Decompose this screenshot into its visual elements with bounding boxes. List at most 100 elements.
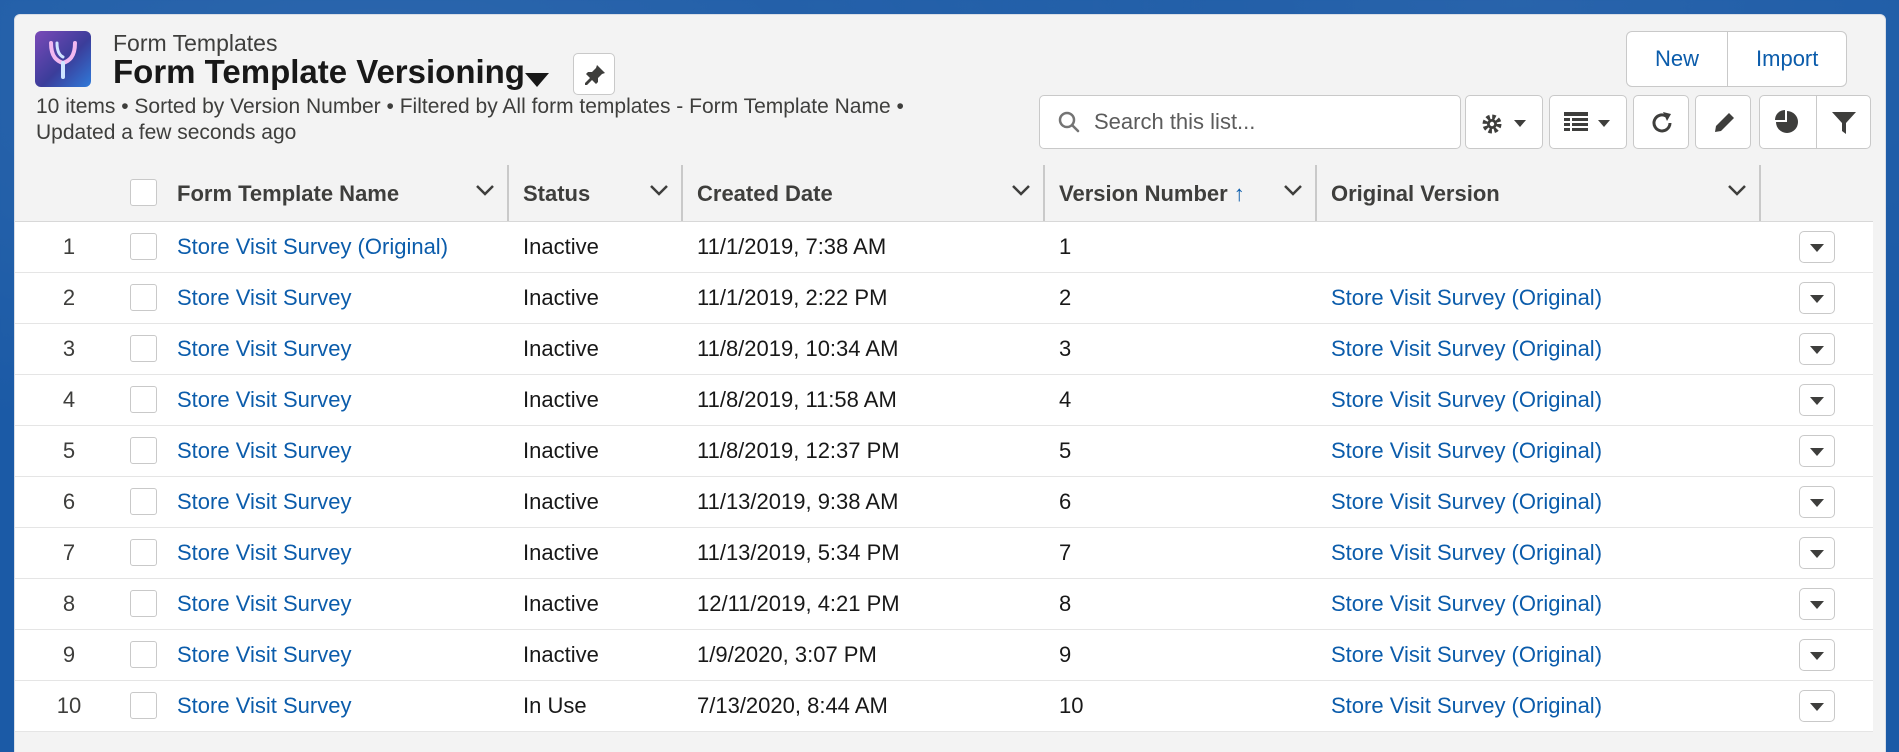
table-row: 3 Store Visit Survey Inactive 11/8/2019, 10… bbox=[15, 323, 1873, 375]
new-button[interactable]: New bbox=[1627, 32, 1727, 86]
column-header-status[interactable]: Status bbox=[509, 165, 683, 222]
row-actions-cell bbox=[1761, 221, 1873, 273]
template-name-link[interactable]: Store Visit Survey bbox=[177, 540, 351, 565]
row-actions-menu-button[interactable] bbox=[1799, 587, 1835, 620]
version-number-cell: 1 bbox=[1045, 221, 1317, 273]
row-actions-menu-button[interactable] bbox=[1799, 638, 1835, 671]
original-version-link[interactable]: Store Visit Survey (Original) bbox=[1331, 285, 1602, 310]
row-actions-menu-button[interactable] bbox=[1799, 332, 1835, 365]
table-row: 10 Store Visit Survey In Use 7/13/2020, 8:4… bbox=[15, 680, 1873, 732]
row-number: 5 bbox=[15, 425, 123, 477]
chevron-down-icon[interactable] bbox=[1727, 183, 1747, 197]
refresh-icon bbox=[1652, 112, 1672, 133]
original-version-cell: Store Visit Survey (Original) bbox=[1317, 476, 1761, 528]
list-view-table: Form Template Name Status Created Date V… bbox=[15, 165, 1873, 732]
charts-button[interactable] bbox=[1760, 96, 1815, 148]
row-select-checkbox[interactable] bbox=[129, 641, 157, 668]
column-header-created-date[interactable]: Created Date bbox=[683, 165, 1045, 222]
row-select-checkbox[interactable] bbox=[129, 488, 157, 515]
original-version-link[interactable]: Store Visit Survey (Original) bbox=[1331, 489, 1602, 514]
column-label: Form Template Name bbox=[177, 181, 400, 206]
template-name-link[interactable]: Store Visit Survey bbox=[177, 438, 351, 463]
created-date-cell: 11/8/2019, 11:58 AM bbox=[683, 374, 1045, 426]
pin-icon bbox=[585, 65, 605, 85]
row-select-checkbox[interactable] bbox=[129, 335, 157, 362]
pin-list-view-button[interactable] bbox=[573, 53, 615, 95]
original-version-link[interactable]: Store Visit Survey (Original) bbox=[1331, 693, 1602, 718]
chevron-down-icon[interactable] bbox=[1283, 183, 1303, 197]
import-button[interactable]: Import bbox=[1727, 32, 1846, 86]
row-actions-menu-button[interactable] bbox=[1799, 230, 1835, 263]
table-row: 9 Store Visit Survey Inactive 1/9/2020, 3:0… bbox=[15, 629, 1873, 681]
select-all-checkbox[interactable] bbox=[129, 179, 157, 207]
list-settings-button[interactable] bbox=[1465, 95, 1543, 149]
original-version-link[interactable]: Store Visit Survey (Original) bbox=[1331, 642, 1602, 667]
refresh-button[interactable] bbox=[1633, 95, 1689, 149]
row-actions-menu-button[interactable] bbox=[1799, 383, 1835, 416]
original-version-link[interactable]: Store Visit Survey (Original) bbox=[1331, 591, 1602, 616]
version-number-cell: 3 bbox=[1045, 323, 1317, 375]
column-label-text: Version Number bbox=[1059, 181, 1228, 206]
row-select-checkbox[interactable] bbox=[129, 233, 157, 260]
row-actions-cell bbox=[1761, 629, 1873, 681]
template-name-link[interactable]: Store Visit Survey bbox=[177, 285, 351, 310]
template-name-link[interactable]: Store Visit Survey bbox=[177, 336, 351, 361]
row-select-checkbox[interactable] bbox=[129, 692, 157, 719]
row-actions-menu-button[interactable] bbox=[1799, 281, 1835, 314]
row-actions-menu-button[interactable] bbox=[1799, 434, 1835, 467]
row-number: 7 bbox=[15, 527, 123, 579]
column-header-original-version[interactable]: Original Version bbox=[1317, 165, 1761, 222]
list-view-switcher-chevron-down-icon[interactable] bbox=[525, 73, 549, 87]
template-name-link[interactable]: Store Visit Survey bbox=[177, 642, 351, 667]
status-cell: Inactive bbox=[509, 476, 683, 528]
row-select-cell bbox=[123, 476, 163, 528]
row-select-checkbox[interactable] bbox=[129, 539, 157, 566]
search-input[interactable] bbox=[1094, 106, 1444, 138]
row-select-cell bbox=[123, 221, 163, 273]
status-cell: In Use bbox=[509, 680, 683, 732]
template-name-link[interactable]: Store Visit Survey bbox=[177, 591, 351, 616]
table-row: 5 Store Visit Survey Inactive 11/8/2019, 12… bbox=[15, 425, 1873, 477]
row-actions-cell bbox=[1761, 374, 1873, 426]
row-actions-cell bbox=[1761, 476, 1873, 528]
table-row: 1 Store Visit Survey (Original) Inactive 11… bbox=[15, 221, 1873, 273]
chevron-down-icon[interactable] bbox=[475, 183, 495, 197]
version-number-cell: 8 bbox=[1045, 578, 1317, 630]
row-select-checkbox[interactable] bbox=[129, 437, 157, 464]
row-actions-menu-button[interactable] bbox=[1799, 689, 1835, 722]
edit-list-button[interactable] bbox=[1695, 95, 1751, 149]
display-as-button[interactable] bbox=[1549, 95, 1627, 149]
list-view-title[interactable]: Form Template Versioning bbox=[113, 53, 525, 91]
template-name-link[interactable]: Store Visit Survey bbox=[177, 693, 351, 718]
row-select-checkbox[interactable] bbox=[129, 284, 157, 311]
version-number-cell: 2 bbox=[1045, 272, 1317, 324]
row-number: 8 bbox=[15, 578, 123, 630]
table-row: 2 Store Visit Survey Inactive 11/1/2019, 2:… bbox=[15, 272, 1873, 324]
name-cell: Store Visit Survey bbox=[163, 323, 509, 375]
table-header-row: Form Template Name Status Created Date V… bbox=[15, 165, 1873, 222]
row-actions-cell bbox=[1761, 425, 1873, 477]
original-version-link[interactable]: Store Visit Survey (Original) bbox=[1331, 336, 1602, 361]
template-name-link[interactable]: Store Visit Survey bbox=[177, 489, 351, 514]
column-header-version-number[interactable]: Version Number ↑ bbox=[1045, 165, 1317, 222]
filters-button[interactable] bbox=[1816, 96, 1871, 148]
chevron-down-icon bbox=[1598, 120, 1610, 127]
template-name-link[interactable]: Store Visit Survey (Original) bbox=[177, 234, 448, 259]
row-number: 1 bbox=[15, 221, 123, 273]
table-display-icon bbox=[1564, 112, 1588, 131]
original-version-link[interactable]: Store Visit Survey (Original) bbox=[1331, 540, 1602, 565]
created-date-cell: 11/8/2019, 10:34 AM bbox=[683, 323, 1045, 375]
chevron-down-icon[interactable] bbox=[649, 183, 669, 197]
table-row: 4 Store Visit Survey Inactive 11/8/2019, 11… bbox=[15, 374, 1873, 426]
row-select-checkbox[interactable] bbox=[129, 386, 157, 413]
column-label: Created Date bbox=[697, 181, 833, 206]
chevron-down-icon[interactable] bbox=[1011, 183, 1031, 197]
original-version-link[interactable]: Store Visit Survey (Original) bbox=[1331, 387, 1602, 412]
template-name-link[interactable]: Store Visit Survey bbox=[177, 387, 351, 412]
original-version-link[interactable]: Store Visit Survey (Original) bbox=[1331, 438, 1602, 463]
row-number-header bbox=[15, 165, 123, 222]
row-select-checkbox[interactable] bbox=[129, 590, 157, 617]
column-header-name[interactable]: Form Template Name bbox=[163, 165, 509, 222]
row-actions-menu-button[interactable] bbox=[1799, 485, 1835, 518]
row-actions-menu-button[interactable] bbox=[1799, 536, 1835, 569]
